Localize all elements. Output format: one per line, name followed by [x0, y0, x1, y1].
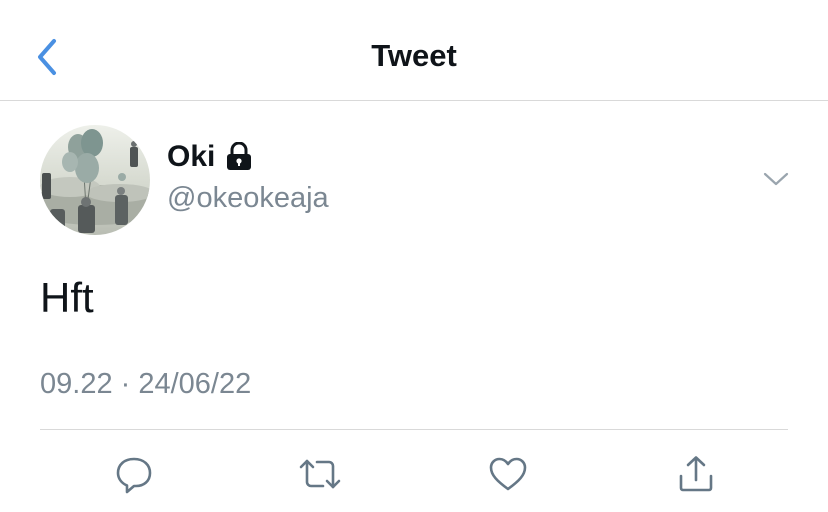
like-button[interactable]	[482, 448, 534, 500]
tweet-text: Hft	[40, 274, 94, 321]
tweet-menu-button[interactable]	[762, 168, 790, 190]
share-button[interactable]	[670, 448, 722, 500]
author-name[interactable]: Oki	[167, 140, 215, 174]
heart-icon	[489, 457, 527, 491]
navigation-bar: Tweet	[0, 0, 828, 101]
reply-icon	[116, 457, 152, 494]
author-name-row: Oki	[167, 140, 253, 174]
share-icon	[679, 456, 713, 492]
avatar-image	[40, 125, 150, 235]
retweet-button[interactable]	[294, 448, 346, 500]
avatar[interactable]	[40, 125, 150, 235]
tweet-action-bar	[0, 448, 828, 500]
chevron-down-icon	[763, 172, 789, 186]
lock-icon	[225, 142, 253, 172]
reply-button[interactable]	[108, 448, 160, 500]
page-title: Tweet	[371, 38, 457, 73]
retweet-icon	[299, 459, 341, 489]
divider	[40, 429, 788, 430]
author-handle[interactable]: @okeokeaja	[167, 182, 329, 215]
tweet-timestamp[interactable]: 09.22 · 24/06/22	[40, 368, 251, 401]
